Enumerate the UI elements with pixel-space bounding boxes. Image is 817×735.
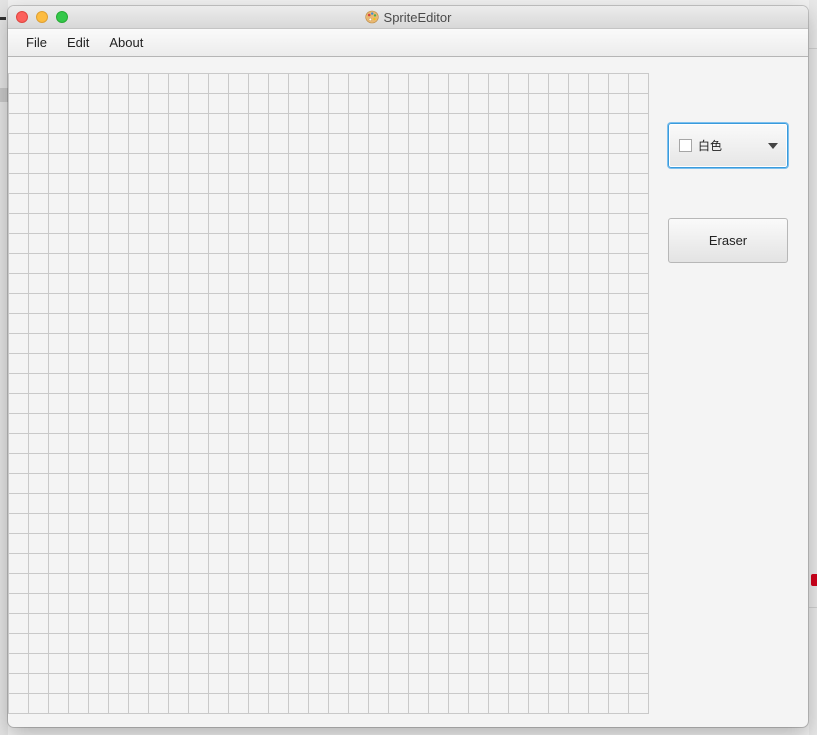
chevron-down-icon — [768, 143, 778, 149]
background-app-red-marker — [811, 574, 817, 586]
sprite-editor-window: SpriteEditor File Edit About 白色 Eraser — [8, 6, 808, 727]
color-picker-dropdown[interactable]: 白色 — [668, 123, 788, 168]
background-app-fragment — [0, 88, 8, 102]
window-title-container: SpriteEditor — [8, 6, 808, 28]
background-app-divider — [809, 48, 817, 49]
background-app-right — [809, 0, 817, 735]
background-app-divider — [809, 607, 817, 608]
title-bar[interactable]: SpriteEditor — [8, 6, 808, 29]
menu-edit[interactable]: Edit — [57, 29, 99, 56]
menu-bar: File Edit About — [8, 29, 808, 57]
palette-icon — [364, 10, 379, 24]
background-app-mark — [0, 17, 6, 20]
menu-file[interactable]: File — [16, 29, 57, 56]
selected-color-label: 白色 — [698, 139, 723, 153]
sprite-pixel-grid[interactable] — [8, 73, 649, 714]
color-swatch — [679, 139, 692, 152]
window-title: SpriteEditor — [383, 9, 452, 25]
background-app-left — [0, 0, 8, 735]
menu-about[interactable]: About — [99, 29, 153, 56]
eraser-button[interactable]: Eraser — [668, 218, 788, 263]
